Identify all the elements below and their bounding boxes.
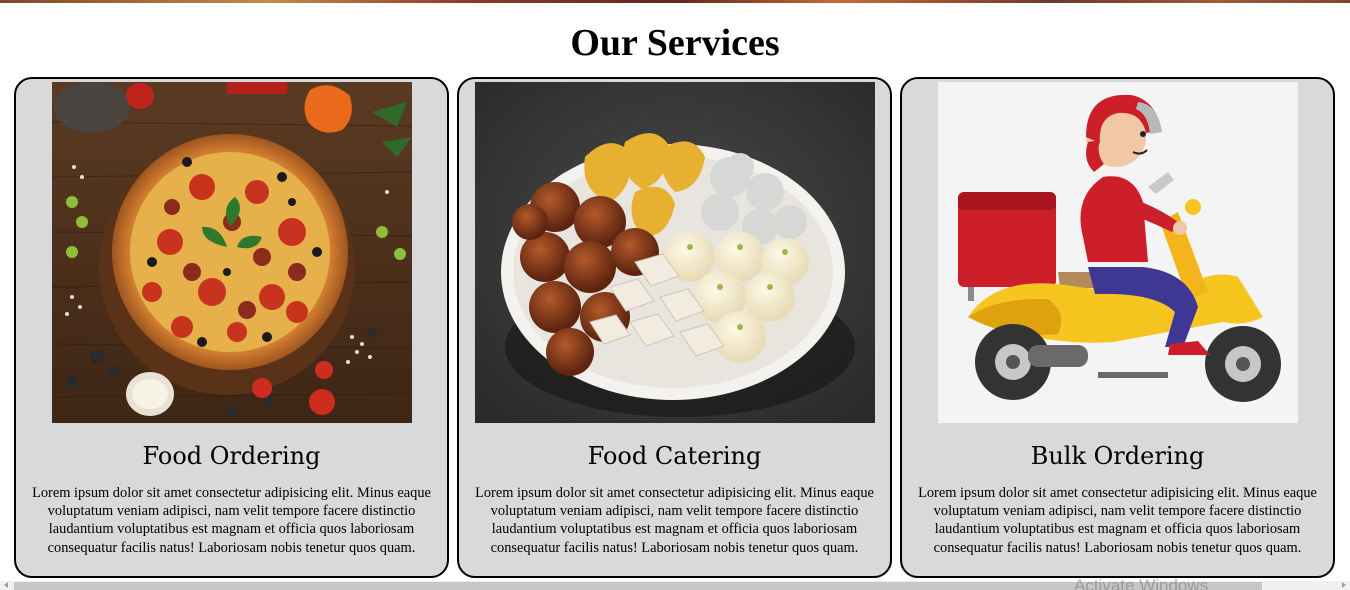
delivery-scooter-image (937, 82, 1298, 423)
page-title: Our Services (570, 22, 780, 64)
service-description: Lorem ipsum dolor sit amet consectetur a… (32, 485, 431, 556)
service-card-food-catering: Food Catering Lorem ipsum dolor sit amet… (457, 77, 892, 578)
scroll-left-arrow-icon[interactable] (4, 582, 8, 588)
service-description: Lorem ipsum dolor sit amet consectetur a… (475, 485, 874, 556)
service-title: Food Catering (587, 442, 762, 470)
activate-windows-watermark: Activate Windows (1074, 576, 1209, 590)
header-background-strip (0, 0, 1350, 3)
service-title: Food Ordering (142, 442, 321, 470)
service-description: Lorem ipsum dolor sit amet consectetur a… (918, 485, 1317, 556)
pizza-image (51, 82, 412, 423)
sweets-platter-image (474, 82, 875, 423)
service-title: Bulk Ordering (1030, 442, 1205, 470)
scroll-right-arrow-icon[interactable] (1342, 582, 1346, 588)
service-card-bulk-ordering: Bulk Ordering Lorem ipsum dolor sit amet… (900, 77, 1335, 578)
service-card-food-ordering: Food Ordering Lorem ipsum dolor sit amet… (14, 77, 449, 578)
